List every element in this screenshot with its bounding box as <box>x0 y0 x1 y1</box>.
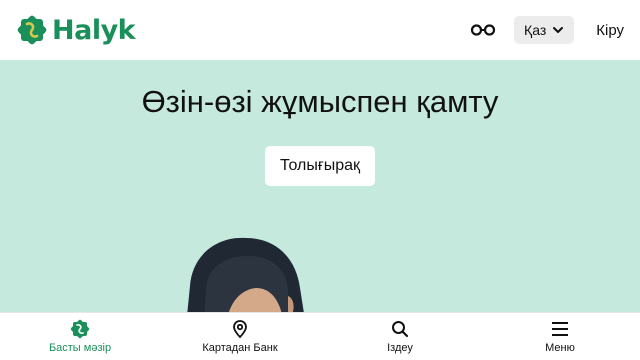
nav-search[interactable]: Іздеу <box>320 313 480 360</box>
person-photo <box>187 237 304 312</box>
nav-menu[interactable]: Меню <box>480 313 640 360</box>
header-actions: Қаз Кіру <box>470 16 624 44</box>
nav-home-label: Басты мәзір <box>48 342 112 354</box>
nav-search-label: Іздеу <box>387 342 413 354</box>
language-selector[interactable]: Қаз <box>514 16 575 44</box>
location-pin-icon <box>233 320 247 339</box>
halyk-logo-icon <box>17 15 47 45</box>
bottom-navigation: Басты мәзір Картадан Банк Іздеу Меню <box>0 312 640 360</box>
search-icon <box>392 321 409 338</box>
logo-text: Halyk <box>52 14 136 46</box>
hamburger-menu-icon <box>552 322 568 336</box>
more-button[interactable]: Толығырақ <box>265 146 375 186</box>
login-link[interactable]: Кіру <box>596 22 624 39</box>
glasses-icon[interactable] <box>470 23 496 37</box>
nav-home[interactable]: Басты мәзір <box>0 313 160 360</box>
hero-title: Өзін-өзі жұмыспен қамту <box>141 84 499 119</box>
top-header: Halyk Қаз Кіру <box>0 0 640 60</box>
chevron-down-icon <box>553 27 564 33</box>
nav-map-label: Картадан Банк <box>202 342 278 354</box>
nav-map[interactable]: Картадан Банк <box>160 313 320 360</box>
halyk-logo[interactable]: Halyk <box>16 14 136 46</box>
language-label: Қаз <box>524 22 547 38</box>
nav-menu-label: Меню <box>545 342 575 354</box>
hero-banner: Өзін-өзі жұмыспен қамту Толығырақ <box>0 60 640 312</box>
halyk-logo-icon <box>70 319 90 339</box>
